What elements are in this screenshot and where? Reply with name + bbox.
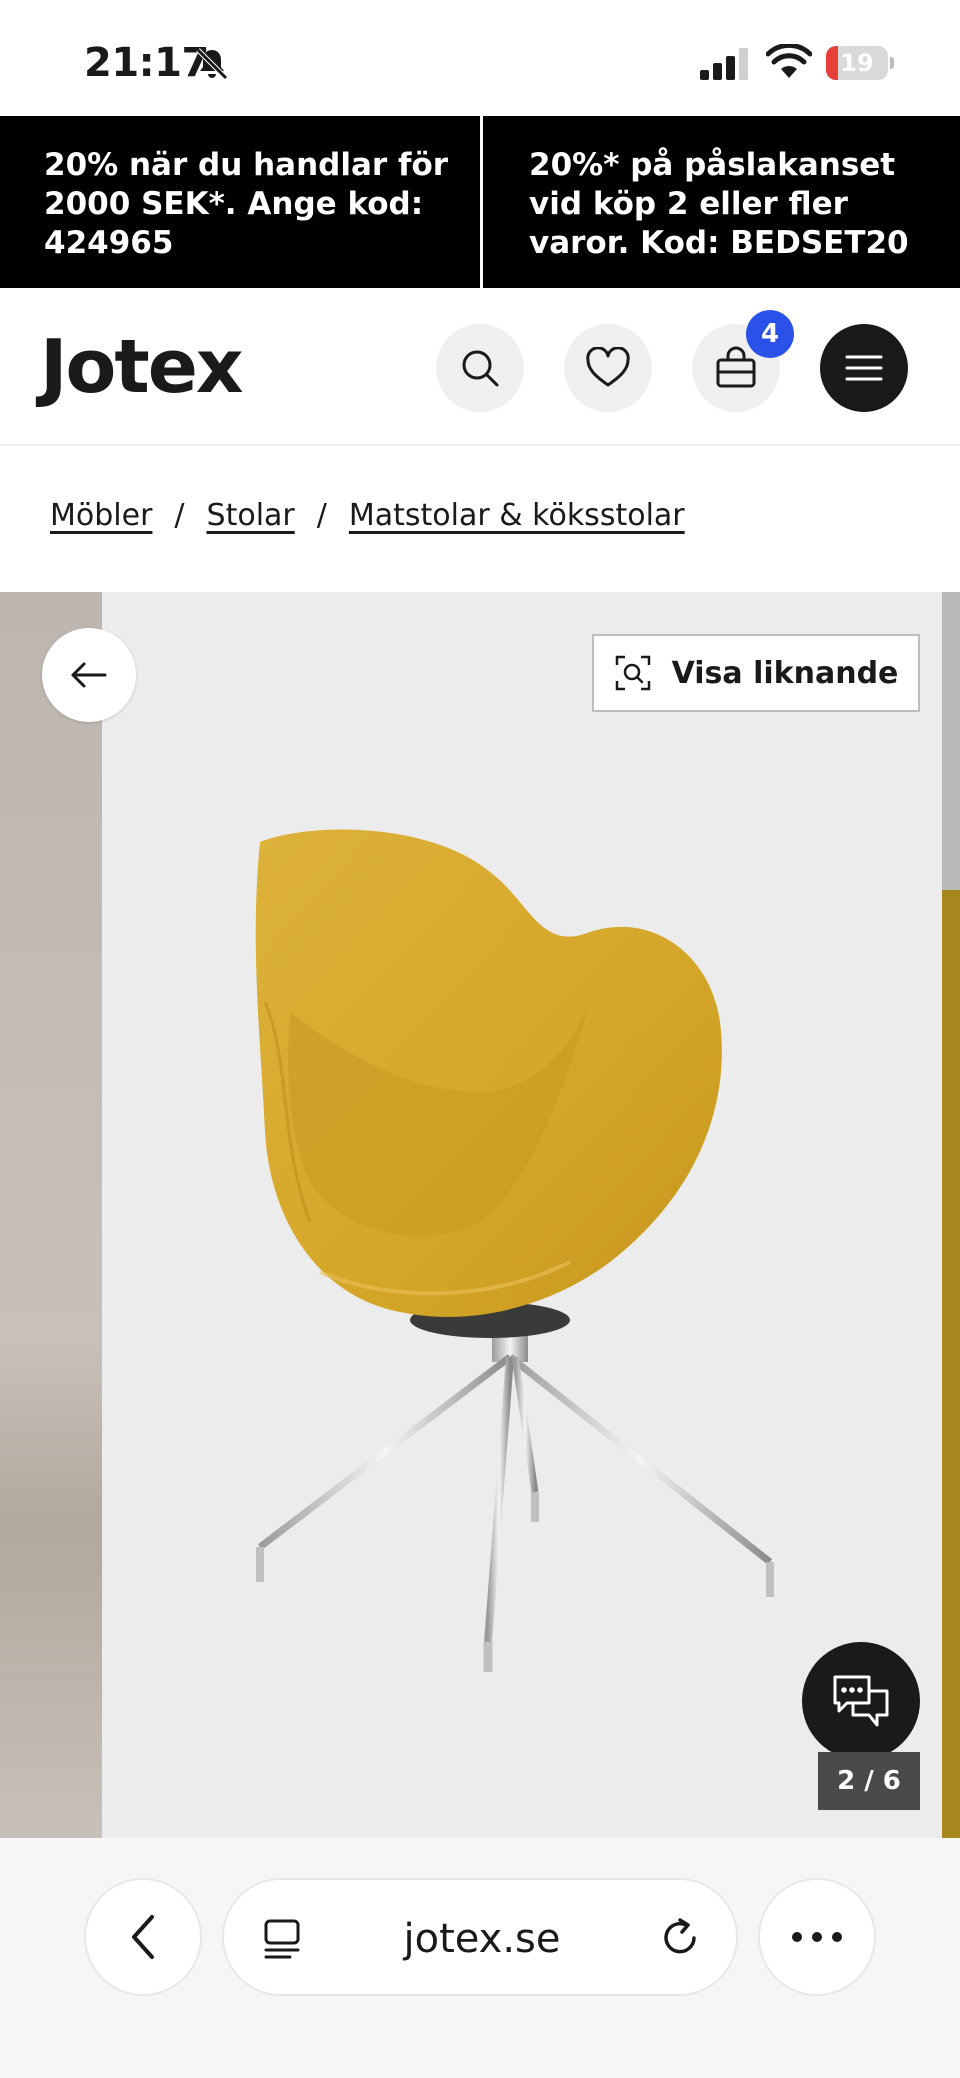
back-chevron-icon	[132, 1915, 154, 1959]
browser-back-button[interactable]	[84, 1878, 202, 1996]
heart-icon	[586, 347, 630, 387]
menu-button[interactable]	[820, 324, 908, 412]
chat-button[interactable]	[802, 1642, 920, 1760]
product-image-chair	[255, 829, 774, 1672]
breadcrumb-separator: /	[316, 498, 327, 533]
visual-search-icon	[615, 655, 650, 691]
breadcrumb-separator: /	[174, 498, 185, 533]
logo[interactable]: Jotex	[40, 324, 244, 410]
show-similar-label: Visa liknande	[671, 655, 899, 691]
search-icon	[462, 350, 499, 387]
status-bar: 21:17 19	[0, 0, 960, 116]
search-button[interactable]	[436, 324, 524, 412]
menu-icon	[845, 355, 883, 381]
promo-banner: 20% när du handlar för 2000 SEK*. Ange k…	[0, 116, 960, 288]
breadcrumb-mobler[interactable]: Möbler	[50, 498, 152, 533]
battery-icon: 19	[826, 46, 894, 80]
cart-count-badge: 4	[746, 310, 794, 358]
arrow-left-icon	[71, 662, 107, 688]
address-bar[interactable]: jotex.se	[222, 1878, 738, 1996]
chat-bubbles-icon	[833, 1675, 889, 1727]
more-icon	[792, 1932, 842, 1942]
product-gallery[interactable]: Visa liknande 2 / 6	[0, 592, 960, 1838]
reload-icon[interactable]	[658, 1916, 702, 1960]
image-counter: 2 / 6	[818, 1752, 920, 1810]
cellular-signal-icon	[700, 48, 748, 80]
status-time: 21:17	[84, 40, 209, 86]
promo-item-bedset[interactable]: 20%* på påslakanset vid köp 2 eller fler…	[480, 116, 960, 288]
battery-level: 19	[840, 49, 874, 77]
browser-toolbar: jotex.se	[0, 1838, 960, 2078]
bag-icon	[716, 346, 756, 388]
bell-slash-icon	[196, 48, 228, 80]
breadcrumb-stolar[interactable]: Stolar	[207, 498, 295, 533]
show-similar-button[interactable]: Visa liknande	[592, 634, 920, 712]
wifi-icon	[766, 44, 812, 78]
site-header: Jotex 4	[0, 288, 960, 446]
wishlist-button[interactable]	[564, 324, 652, 412]
promo-item-discount[interactable]: 20% när du handlar för 2000 SEK*. Ange k…	[0, 116, 480, 288]
browser-more-button[interactable]	[758, 1878, 876, 1996]
gallery-back-button[interactable]	[42, 628, 136, 722]
next-image-peek[interactable]	[942, 592, 960, 1838]
breadcrumb-matstolar[interactable]: Matstolar & köksstolar	[349, 498, 685, 533]
breadcrumb: Möbler / Stolar / Matstolar & köksstolar	[50, 498, 685, 533]
previous-image-peek[interactable]	[0, 592, 102, 1838]
